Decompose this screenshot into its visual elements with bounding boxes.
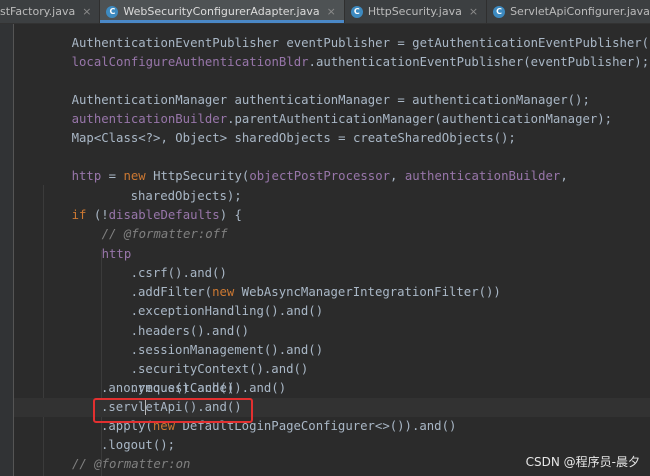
code-line: AuthenticationManager authenticationMana… [42,72,590,107]
code-line: .exceptionHandling().and() [101,283,324,318]
code-token: , [560,169,568,183]
code-token: localConfigureAuthenticationBldr [71,55,309,69]
code-line: if (!disableDefaults) { [42,187,242,222]
watermark: CSDN @程序员-晨夕 [525,455,640,469]
code-token: objectPostProcessor [249,169,391,183]
code-line: AuthenticationEventPublisher eventPublis… [42,15,650,50]
code-line: authenticationBuilder.parentAuthenticati… [42,91,612,126]
code-line: sharedObjects); [101,168,242,203]
code-token: , [390,169,405,183]
code-line: localConfigureAuthenticationBldr.authent… [42,34,649,69]
code-line: Map<Class<?>, Object> sharedObjects = cr… [42,110,516,145]
code-token: http [71,169,102,183]
code-line: // @formatter:off [72,206,228,241]
code-line: .addFilter(new WebAsyncManagerIntegratio… [101,264,501,299]
highlight-box [93,398,253,423]
code-line: .sessionManagement().and() [101,322,324,357]
code-token: // @formatter:on [72,457,191,471]
code-line: .securityContext().and() [101,341,309,376]
code-line: .logout(); [101,436,175,455]
code-line: .headers().and() [101,303,249,338]
code-token: .anonymous().and() [101,381,235,395]
code-line: // @formatter:on [72,455,190,474]
code-line: .requestCache().and() [101,360,286,395]
code-token: .logout(); [101,438,176,452]
code-line: http [72,226,132,261]
code-line: .csrf().and() [101,245,227,280]
code-line: .anonymous().and() [101,379,234,398]
code-line: http = new HttpSecurity(objectPostProces… [42,148,568,183]
code-token: Map<Class<?>, Object> sharedObjects = cr… [71,131,516,145]
code-token: .authenticationEventPublisher(eventPubli… [308,55,650,69]
code-token: authenticationBuilder [404,169,561,183]
